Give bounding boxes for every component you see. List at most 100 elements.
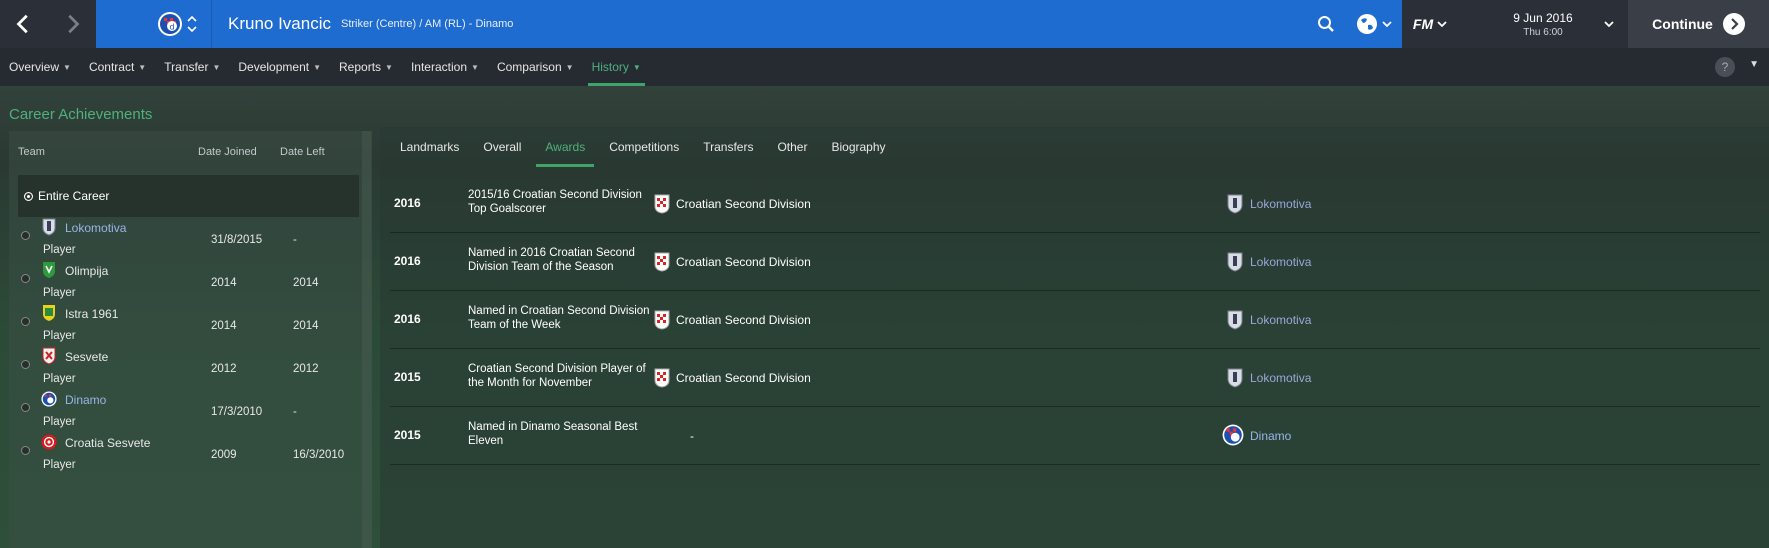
team-name[interactable]: Istra 1961 <box>65 307 118 321</box>
radio-unselected[interactable] <box>21 403 30 412</box>
svg-text:d: d <box>169 23 174 32</box>
team-date-left: - <box>293 234 297 246</box>
chevron-down-icon <box>1604 21 1614 28</box>
award-name: 2015/16 Croatian Second Division Top Goa… <box>468 189 642 215</box>
award-year: 2016 <box>394 196 421 210</box>
team-role: Player <box>43 244 76 256</box>
team-date-joined: 2009 <box>211 449 237 461</box>
team-row[interactable]: Croatia Sesvete Player 2009 16/3/2010 <box>18 433 359 476</box>
team-date-left: 16/3/2010 <box>293 449 345 461</box>
panel-divider[interactable] <box>362 131 372 548</box>
radio-unselected[interactable] <box>21 360 30 369</box>
award-competition[interactable]: Croatian Second Division <box>676 371 811 385</box>
award-club[interactable]: Lokomotiva <box>1250 255 1311 269</box>
header-date-joined[interactable]: Date Joined <box>198 146 280 158</box>
chevron-down-icon: ▼ <box>63 62 71 72</box>
continue-button[interactable]: Continue <box>1628 0 1769 48</box>
team-name[interactable]: Olimpija <box>65 264 108 278</box>
tab-biography[interactable]: Biography <box>831 127 885 167</box>
team-role: Player <box>43 459 76 471</box>
team-row[interactable]: Olimpija Player 2014 2014 <box>18 261 359 304</box>
dinamo-crest-icon: d <box>157 12 182 36</box>
tab-other[interactable]: Other <box>777 127 807 167</box>
croatia-flag-icon <box>654 194 670 214</box>
tab-awards[interactable]: Awards <box>536 127 594 167</box>
tab-transfers[interactable]: Transfers <box>703 127 753 167</box>
chevron-left-icon <box>16 14 28 34</box>
award-competition[interactable]: Croatian Second Division <box>676 255 811 269</box>
menu-label: Interaction <box>410 60 468 74</box>
award-club[interactable]: Lokomotiva <box>1250 313 1311 327</box>
team-name[interactable]: Sesvete <box>65 350 108 364</box>
help-icon[interactable]: ? <box>1715 57 1735 77</box>
date-display[interactable]: 9 Jun 2016 Thu 6:00 <box>1458 0 1628 48</box>
award-club[interactable]: Dinamo <box>1250 429 1291 443</box>
award-club[interactable]: Lokomotiva <box>1250 197 1311 211</box>
club-switcher[interactable]: d <box>142 0 212 48</box>
award-row[interactable]: 2015 Croatian Second Division Player of … <box>390 349 1760 407</box>
menu-history[interactable]: History ▼ <box>587 48 646 86</box>
radio-unselected[interactable] <box>21 274 30 283</box>
header-date-left[interactable]: Date Left <box>280 146 360 158</box>
menu-transfer[interactable]: Transfer ▼ <box>164 48 220 86</box>
award-name: Named in 2016 Croatian Second Division T… <box>468 247 635 273</box>
lokomotiva-crest-icon <box>1227 194 1243 214</box>
team-row[interactable]: Istra 1961 Player 2014 2014 <box>18 304 359 347</box>
chevron-down-icon[interactable]: ▼ <box>1749 59 1759 70</box>
menu-interaction[interactable]: Interaction ▼ <box>411 48 479 86</box>
lokomotiva-crest-icon <box>1227 310 1243 330</box>
award-year: 2016 <box>394 312 421 326</box>
team-date-joined: 17/3/2010 <box>211 406 263 418</box>
award-year: 2015 <box>394 370 421 384</box>
fm-menu-button[interactable]: FM <box>1402 0 1458 48</box>
menu-development[interactable]: Development ▼ <box>238 48 321 86</box>
radio-unselected[interactable] <box>21 317 30 326</box>
radio-unselected[interactable] <box>21 231 30 240</box>
tab-overall[interactable]: Overall <box>483 127 521 167</box>
player-name: Kruno Ivancic <box>228 14 331 33</box>
menu-contract[interactable]: Contract ▼ <box>89 48 146 86</box>
page-title: Career Achievements <box>9 106 153 123</box>
world-menu-button[interactable] <box>1346 0 1402 48</box>
radio-selected[interactable] <box>24 191 33 201</box>
chevron-down-icon: ▼ <box>212 62 221 72</box>
menu-comparison[interactable]: Comparison ▼ <box>497 48 574 86</box>
tab-landmarks[interactable]: Landmarks <box>400 127 459 167</box>
team-row[interactable]: Lokomotiva Player 31/8/2015 - <box>18 218 359 261</box>
team-row[interactable]: Sesvete Player 2012 2012 <box>18 347 359 390</box>
team-date-joined: 2012 <box>211 363 237 375</box>
chevron-down-icon: ▼ <box>138 62 147 72</box>
team-name[interactable]: Lokomotiva <box>65 221 126 235</box>
award-row[interactable]: 2016 2015/16 Croatian Second Division To… <box>390 175 1760 233</box>
menu-label: Transfer <box>164 60 209 74</box>
team-name[interactable]: Dinamo <box>65 393 106 407</box>
chevron-right-icon <box>68 14 80 34</box>
team-date-left: 2014 <box>293 277 319 289</box>
award-row[interactable]: 2016 Named in Croatian Second Division T… <box>390 291 1760 349</box>
chevron-down-icon: ▼ <box>385 62 393 72</box>
radio-unselected[interactable] <box>21 446 30 455</box>
chevron-down-icon: ▼ <box>632 62 641 72</box>
history-tabs: Landmarks Overall Awards Competitions Tr… <box>380 127 1769 167</box>
olimpija-crest-icon <box>43 262 55 278</box>
search-button[interactable] <box>1306 0 1346 48</box>
entire-career-row[interactable]: Entire Career <box>18 175 359 217</box>
award-year: 2015 <box>394 428 421 442</box>
menu-reports[interactable]: Reports ▼ <box>339 48 393 86</box>
arrow-right-icon <box>1722 13 1745 35</box>
menu-overview[interactable]: Overview ▼ <box>9 48 71 86</box>
forward-button[interactable] <box>48 0 96 48</box>
award-competition[interactable]: Croatian Second Division <box>676 197 811 211</box>
back-button[interactable] <box>0 0 48 48</box>
award-competition[interactable]: Croatian Second Division <box>676 313 811 327</box>
header-team[interactable]: Team <box>18 146 198 158</box>
team-row[interactable]: Dinamo Player 17/3/2010 - <box>18 390 359 433</box>
team-name[interactable]: Croatia Sesvete <box>65 436 150 450</box>
career-team-list: Team Date Joined Date Left Entire Career… <box>9 131 371 548</box>
entire-career-label: Entire Career <box>38 189 110 203</box>
globe-icon <box>1357 14 1377 34</box>
award-club[interactable]: Lokomotiva <box>1250 371 1311 385</box>
award-row[interactable]: 2016 Named in 2016 Croatian Second Divis… <box>390 233 1760 291</box>
tab-competitions[interactable]: Competitions <box>609 127 679 167</box>
award-row[interactable]: 2015 Named in Dinamo Seasonal Best Eleve… <box>390 407 1760 465</box>
